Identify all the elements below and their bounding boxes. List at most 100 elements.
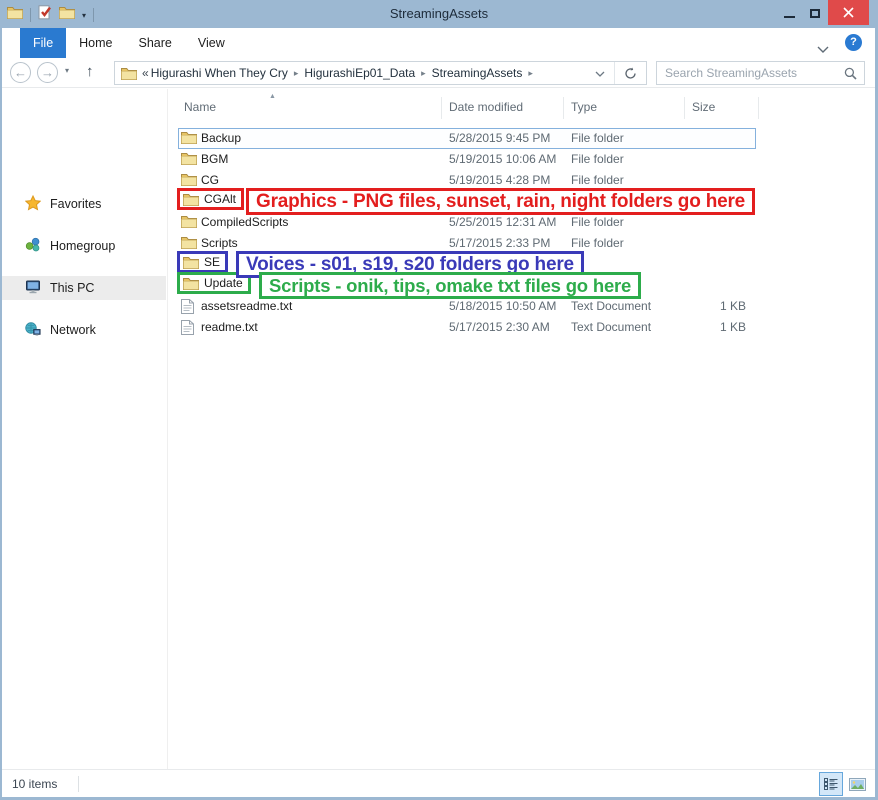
table-row[interactable]: readme.txt 5/17/2015 2:30 AM Text Docume…: [169, 317, 875, 338]
file-date: 5/17/2015 2:30 AM: [449, 320, 550, 334]
qat-separator: [30, 8, 31, 22]
breadcrumb-separator-icon[interactable]: ▸: [522, 68, 539, 79]
file-name: Update: [204, 276, 243, 290]
column-headers: ▲ Name Date modified Type Size: [169, 95, 875, 121]
breadcrumb-separator-icon[interactable]: ▸: [288, 68, 305, 79]
table-row[interactable]: Backup 5/28/2015 9:45 PM File folder: [169, 128, 875, 149]
column-header-size[interactable]: Size: [692, 100, 715, 114]
sort-ascending-icon: ▲: [269, 93, 276, 100]
sidebar-item-favorites[interactable]: Favorites: [2, 192, 166, 216]
file-type: File folder: [571, 131, 624, 145]
tab-file[interactable]: File: [20, 28, 66, 58]
search-icon[interactable]: [844, 67, 857, 80]
folder-icon: [181, 236, 197, 252]
file-name: SE: [204, 255, 220, 269]
qat-new-folder-button[interactable]: [59, 6, 75, 24]
help-button[interactable]: ?: [845, 34, 862, 51]
back-button[interactable]: ←: [10, 62, 31, 83]
breadcrumb-overflow[interactable]: «: [137, 66, 151, 80]
file-type: File folder: [571, 173, 624, 187]
qat-properties-button[interactable]: [38, 5, 52, 25]
tab-share[interactable]: Share: [126, 28, 185, 58]
sidebar-item-label: Homegroup: [50, 239, 115, 253]
file-name: CG: [201, 173, 219, 187]
column-header-type[interactable]: Type: [571, 100, 597, 114]
breadcrumb[interactable]: « Higurashi When They Cry ▸ HigurashiEp0…: [114, 61, 647, 85]
file-size: 1 KB: [669, 320, 746, 334]
file-name: Backup: [201, 131, 241, 145]
content-area: Favorites Homegroup This PC Network: [2, 89, 875, 769]
quick-access-toolbar: ▾: [7, 5, 94, 25]
table-row[interactable]: Update Scripts - onik, tips, omake txt f…: [169, 275, 875, 296]
table-row[interactable]: CompiledScripts 5/25/2015 12:31 AM File …: [169, 212, 875, 233]
file-date: 5/18/2015 10:50 AM: [449, 299, 556, 313]
text-file-icon: [181, 320, 194, 338]
file-name: assetsreadme.txt: [201, 299, 292, 313]
window-folder-icon: [7, 6, 23, 24]
file-name: CompiledScripts: [201, 215, 288, 229]
details-view-button[interactable]: [819, 772, 843, 796]
status-bar: 10 items: [2, 769, 875, 797]
qat-customize-dropdown[interactable]: ▾: [82, 11, 86, 20]
file-date: 5/28/2015 9:45 PM: [449, 131, 550, 145]
file-date: 5/25/2015 12:31 AM: [449, 215, 556, 229]
file-type: File folder: [571, 152, 624, 166]
folder-icon: [181, 215, 197, 231]
file-list-pane: ▲ Name Date modified Type Size Backup 5/…: [169, 89, 875, 769]
file-name: BGM: [201, 152, 228, 166]
window-controls: [776, 0, 878, 26]
forward-button[interactable]: →: [37, 62, 58, 83]
column-header-name[interactable]: Name: [184, 100, 216, 114]
sidebar-item-network[interactable]: Network: [2, 318, 166, 342]
sidebar-item-homegroup[interactable]: Homegroup: [2, 234, 166, 258]
table-row[interactable]: BGM 5/19/2015 10:06 AM File folder: [169, 149, 875, 170]
file-rows: Backup 5/28/2015 9:45 PM File folder BGM…: [169, 128, 875, 338]
address-bar-row: ← → ▾ ↑ « Higurashi When They Cry ▸ Higu…: [2, 58, 875, 88]
qat-separator: [93, 8, 94, 22]
window-title: StreamingAssets: [0, 0, 878, 28]
star-icon: [25, 195, 41, 214]
file-size: 1 KB: [669, 299, 746, 313]
tab-view[interactable]: View: [185, 28, 238, 58]
maximize-button[interactable]: [802, 0, 828, 26]
status-separator: [78, 776, 79, 792]
column-header-date-modified[interactable]: Date modified: [449, 100, 523, 114]
annotation-label: Scripts - onik, tips, omake txt files go…: [259, 272, 641, 299]
folder-icon: [181, 131, 197, 147]
annotation-name-box: CGAlt: [177, 188, 244, 210]
breadcrumb-folder-icon: [121, 67, 137, 80]
file-name: Scripts: [201, 236, 238, 250]
navigation-pane: Favorites Homegroup This PC Network: [2, 89, 168, 769]
folder-icon: [181, 173, 197, 189]
refresh-button[interactable]: [615, 67, 646, 80]
file-type: Text Document: [571, 299, 651, 313]
search-input[interactable]: [657, 66, 840, 80]
up-button[interactable]: ↑: [86, 63, 94, 80]
network-icon: [25, 321, 41, 340]
titlebar: StreamingAssets ▾: [0, 0, 878, 28]
file-type: Text Document: [571, 320, 651, 334]
thumbnail-view-button[interactable]: [845, 772, 869, 796]
table-row[interactable]: assetsreadme.txt 5/18/2015 10:50 AM Text…: [169, 296, 875, 317]
ribbon-tab-row: File Home Share View ?: [2, 28, 875, 58]
tab-home[interactable]: Home: [66, 28, 125, 58]
ribbon-collapse-icon[interactable]: [817, 40, 829, 58]
breadcrumb-segment[interactable]: HigurashiEp01_Data: [304, 66, 415, 80]
sidebar-item-label: This PC: [50, 281, 94, 295]
file-name: CGAlt: [204, 192, 236, 206]
table-row[interactable]: CGAlt Graphics - PNG files, sunset, rain…: [169, 191, 875, 212]
breadcrumb-segment[interactable]: StreamingAssets: [432, 66, 523, 80]
address-dropdown-icon[interactable]: [586, 66, 614, 80]
explorer-window: StreamingAssets ▾ File Home: [0, 0, 878, 800]
recent-locations-dropdown-icon[interactable]: ▾: [65, 66, 69, 75]
folder-icon: [183, 277, 199, 290]
folder-icon: [183, 256, 199, 269]
breadcrumb-separator-icon[interactable]: ▸: [415, 68, 432, 79]
breadcrumb-segment[interactable]: Higurashi When They Cry: [151, 66, 288, 80]
close-button[interactable]: [828, 0, 869, 25]
file-type: File folder: [571, 236, 624, 250]
items-count: 10 items: [12, 777, 57, 791]
minimize-button[interactable]: [776, 0, 802, 26]
file-name: readme.txt: [201, 320, 258, 334]
sidebar-item-this-pc[interactable]: This PC: [2, 276, 166, 300]
